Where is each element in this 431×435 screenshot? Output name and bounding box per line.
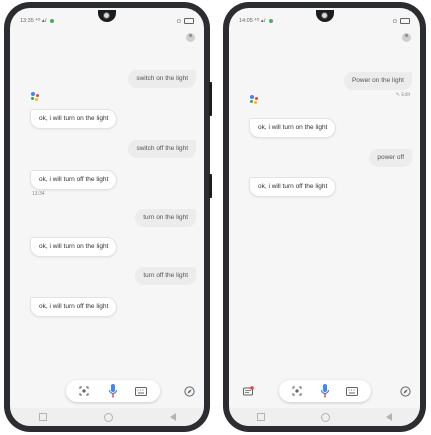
assistant-message: ok, i will turn on the light	[30, 237, 118, 257]
user-message: turn on the light	[135, 209, 196, 227]
user-message: power off	[369, 149, 412, 167]
assistant-message: ok, i will turn off the light	[30, 297, 118, 317]
vpn-icon: ◘	[393, 18, 397, 25]
status-bar: 14:05 ⁴ᴳ ▴ⅈ ◘	[239, 17, 410, 25]
mic-icon[interactable]	[318, 382, 332, 400]
status-time: 13:35	[20, 18, 34, 24]
screen: 14:05 ⁴ᴳ ▴ⅈ ◘ Power on the light ✎ Edit …	[229, 8, 420, 426]
avatar[interactable]	[186, 33, 195, 42]
user-message: switch on the light	[128, 70, 196, 88]
snapshot-icon[interactable]	[241, 384, 255, 398]
home-icon[interactable]	[103, 412, 113, 422]
recent-apps-icon[interactable]	[257, 413, 265, 421]
mic-icon[interactable]	[106, 382, 120, 400]
navigation-bar	[229, 408, 420, 426]
screen: 13:35 ⁴ᴳ ▴ⅈ ◘ switch on the light ok, i …	[10, 8, 204, 426]
phone-right: 14:05 ⁴ᴳ ▴ⅈ ◘ Power on the light ✎ Edit …	[223, 2, 426, 432]
message-timestamp: 13:34	[32, 191, 45, 197]
assistant-message: ok, i will turn on the light	[249, 118, 337, 138]
compass-icon[interactable]	[182, 384, 196, 398]
user-message: switch off the light	[128, 140, 196, 158]
compass-icon[interactable]	[398, 384, 412, 398]
pencil-icon: ✎	[395, 92, 400, 98]
input-toolbar	[10, 378, 204, 404]
notification-dot-icon	[269, 18, 274, 23]
keyboard-icon[interactable]	[345, 385, 359, 397]
assistant-message: ok, i will turn off the light	[249, 177, 337, 197]
home-icon[interactable]	[321, 412, 330, 422]
status-bar: 13:35 ⁴ᴳ ▴ⅈ ◘	[20, 17, 194, 25]
edit-label: Edit	[401, 92, 410, 98]
volume-button[interactable]	[209, 82, 212, 116]
user-message: Power on the light	[343, 72, 412, 90]
assistant-message: ok, i will turn on the light	[30, 109, 118, 129]
user-message: turn off the light	[135, 267, 196, 285]
lens-icon[interactable]	[78, 385, 90, 397]
input-pill	[279, 380, 371, 402]
vpn-icon: ◘	[177, 18, 181, 25]
assistant-logo-icon	[250, 95, 259, 104]
signal-icon: ⁴ᴳ ▴ⅈ	[254, 18, 266, 24]
back-icon[interactable]	[386, 413, 392, 421]
assistant-message: ok, i will turn off the light	[30, 170, 118, 190]
battery-icon	[400, 17, 410, 24]
status-time: 14:05	[239, 18, 253, 24]
battery-icon	[184, 17, 194, 24]
navigation-bar	[10, 408, 204, 426]
notification-dot-icon	[50, 18, 55, 23]
back-icon[interactable]	[169, 413, 176, 421]
lens-icon[interactable]	[291, 385, 303, 397]
edit-link[interactable]: ✎ Edit	[396, 92, 410, 98]
phone-left: 13:35 ⁴ᴳ ▴ⅈ ◘ switch on the light ok, i …	[4, 2, 212, 432]
signal-icon: ⁴ᴳ ▴ⅈ	[35, 18, 47, 24]
assistant-logo-icon	[31, 92, 40, 101]
avatar[interactable]	[402, 33, 411, 42]
keyboard-icon[interactable]	[134, 385, 148, 397]
input-pill	[66, 380, 160, 402]
input-toolbar	[229, 378, 420, 404]
power-button[interactable]	[209, 174, 212, 198]
recent-apps-icon[interactable]	[38, 413, 47, 421]
